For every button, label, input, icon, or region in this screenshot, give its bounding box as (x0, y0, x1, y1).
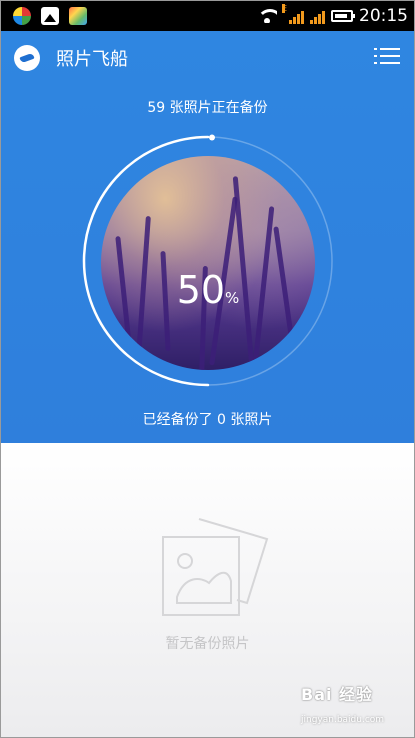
status-time: 20:15 (359, 6, 408, 26)
photo-placeholder-icon (162, 518, 269, 616)
network-type-label: E (282, 4, 288, 13)
airship-logo-icon (14, 45, 40, 71)
backup-status-text: 59 张照片正在备份 (147, 100, 268, 116)
status-bar: E 20:15 (1, 1, 414, 31)
app-header: 照片飞船 (1, 31, 414, 83)
progress-indicator-dot (209, 134, 215, 141)
backup-photo-preview (101, 156, 315, 370)
app-title: 照片飞船 (56, 49, 128, 70)
watermark: Bai 经验 jingyan.baidu.com (301, 681, 411, 737)
progress-percent-sign: % (225, 289, 240, 307)
backed-up-count-text: 已经备份了 0 张照片 (142, 412, 273, 428)
battery-icon (331, 10, 355, 22)
signal-icon: E (282, 4, 304, 24)
wifi-icon (257, 9, 277, 23)
watermark-url: jingyan.baidu.com (301, 715, 385, 725)
app-notification-icon (13, 7, 31, 25)
progress-percent: 50% (101, 268, 315, 312)
phone-screen: E 20:15 照片飞船 59 张照片正在备份 50% 已经备份了 0 张照片 … (0, 0, 415, 738)
progress-percent-value: 50 (176, 268, 226, 312)
signal-icon-2 (310, 8, 325, 24)
image-notification-icon (41, 7, 59, 25)
backup-panel: 照片飞船 59 张照片正在备份 50% 已经备份了 0 张照片 (1, 31, 414, 443)
gallery-notification-icon (69, 7, 87, 25)
baidu-jingyan-logo: Bai 经验 (301, 685, 374, 704)
empty-state-text: 暂无备份照片 (165, 636, 250, 652)
menu-button[interactable] (374, 45, 400, 67)
